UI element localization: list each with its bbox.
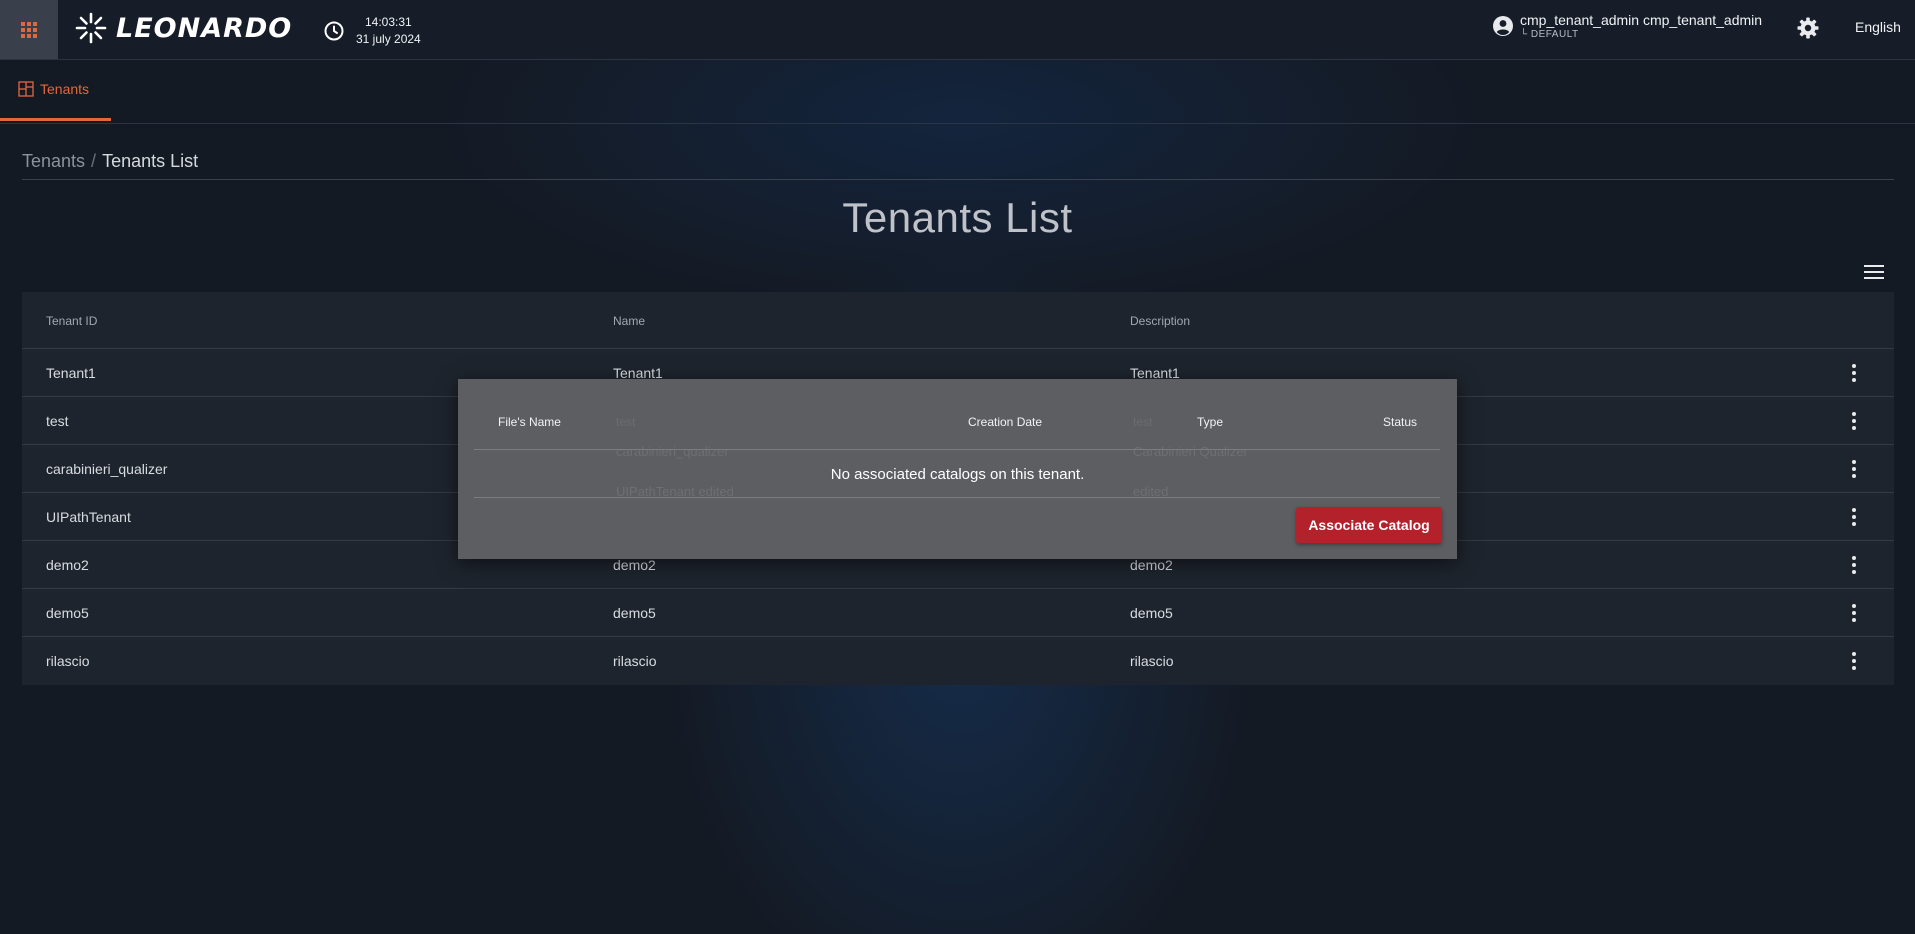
apps-grid-icon (21, 21, 37, 38)
underlying-name-text: carabinieri_qualizer (616, 444, 729, 459)
row-actions-kebab-icon[interactable] (1844, 603, 1864, 623)
user-menu[interactable]: cmp_tenant_admin cmp_tenant_admin └ DEFA… (1492, 12, 1762, 41)
cell-name: demo5 (613, 605, 656, 621)
cell-tenant-id: Tenant1 (46, 365, 96, 381)
cell-name: rilascio (613, 653, 657, 669)
table-row[interactable]: rilascio rilascio rilascio (22, 637, 1894, 685)
hamburger-menu-icon (1864, 265, 1884, 279)
column-menu-button[interactable] (1864, 264, 1884, 285)
cell-tenant-id: rilascio (46, 653, 90, 669)
user-domain: └ DEFAULT (1520, 29, 1579, 40)
modal-column-creation-date[interactable]: Creation Date (968, 415, 1042, 429)
breadcrumb-divider (22, 179, 1894, 180)
tab-tenants-label: Tenants (40, 81, 90, 97)
column-header-description[interactable]: Description (1130, 314, 1190, 328)
gear-icon (1797, 17, 1819, 39)
modal-column-status[interactable]: Status (1383, 415, 1417, 429)
breadcrumb: Tenants / Tenants List (22, 151, 198, 172)
modal-column-files-name[interactable]: File's Name (498, 415, 561, 429)
column-header-name[interactable]: Name (613, 314, 645, 328)
tab-tenants[interactable]: Tenants (0, 60, 111, 121)
row-actions-kebab-icon[interactable] (1844, 411, 1864, 431)
cell-description: demo5 (1130, 605, 1173, 621)
breadcrumb-parent[interactable]: Tenants (22, 151, 85, 171)
cell-tenant-id: demo5 (46, 605, 89, 621)
cell-name: demo2 (613, 557, 656, 573)
modal-divider (474, 497, 1440, 498)
row-actions-kebab-icon[interactable] (1844, 363, 1864, 383)
clock-widget: 14:03:31 31 july 2024 (323, 14, 421, 48)
cell-tenant-id: test (46, 413, 69, 429)
page-title: Tenants List (842, 194, 1073, 241)
cell-tenant-id: demo2 (46, 557, 89, 573)
row-actions-kebab-icon[interactable] (1844, 507, 1864, 527)
apps-menu-button[interactable] (0, 0, 58, 59)
breadcrumb-current: Tenants List (102, 151, 199, 171)
grid-layout-icon (18, 81, 34, 97)
module-tab-bar: Tenants (0, 60, 1915, 124)
user-circle-icon (1493, 16, 1513, 36)
breadcrumb-separator: / (91, 151, 97, 171)
settings-button[interactable] (1796, 16, 1820, 45)
modal-column-type[interactable]: Type (1197, 415, 1223, 429)
column-header-tenant-id[interactable]: Tenant ID (46, 314, 97, 328)
clock-date: 31 july 2024 (356, 32, 421, 46)
associate-catalog-button[interactable]: Associate Catalog (1296, 507, 1442, 543)
cell-tenant-id: carabinieri_qualizer (46, 461, 168, 477)
underlying-description-text: Carabinieri Qualizer (1133, 444, 1248, 459)
table-header: Tenant ID Name Description (22, 292, 1894, 349)
top-bar: LEONARDO 14:03:31 31 july 2024 cmp_tenan… (0, 0, 1915, 60)
user-name: cmp_tenant_admin cmp_tenant_admin (1520, 12, 1763, 28)
underlying-description-text: test (1133, 415, 1153, 429)
brand-logo[interactable]: LEONARDO (74, 8, 292, 48)
language-selector[interactable]: English (1855, 19, 1901, 35)
modal-divider (474, 449, 1440, 450)
leonardo-logo-icon (75, 12, 107, 44)
clock-icon (324, 21, 344, 41)
brand-name: LEONARDO (116, 12, 293, 44)
row-actions-kebab-icon[interactable] (1844, 555, 1864, 575)
underlying-name-text: test (616, 415, 636, 429)
table-row[interactable]: demo5 demo5 demo5 (22, 589, 1894, 637)
cell-tenant-id: UIPathTenant (46, 509, 131, 525)
clock-time: 14:03:31 (365, 15, 412, 29)
row-actions-kebab-icon[interactable] (1844, 651, 1864, 671)
cell-description: rilascio (1130, 653, 1174, 669)
catalogs-modal: test test carabinieri_qualizer Carabinie… (458, 379, 1457, 559)
cell-description: demo2 (1130, 557, 1173, 573)
empty-state-message: No associated catalogs on this tenant. (830, 466, 1085, 483)
row-actions-kebab-icon[interactable] (1844, 459, 1864, 479)
